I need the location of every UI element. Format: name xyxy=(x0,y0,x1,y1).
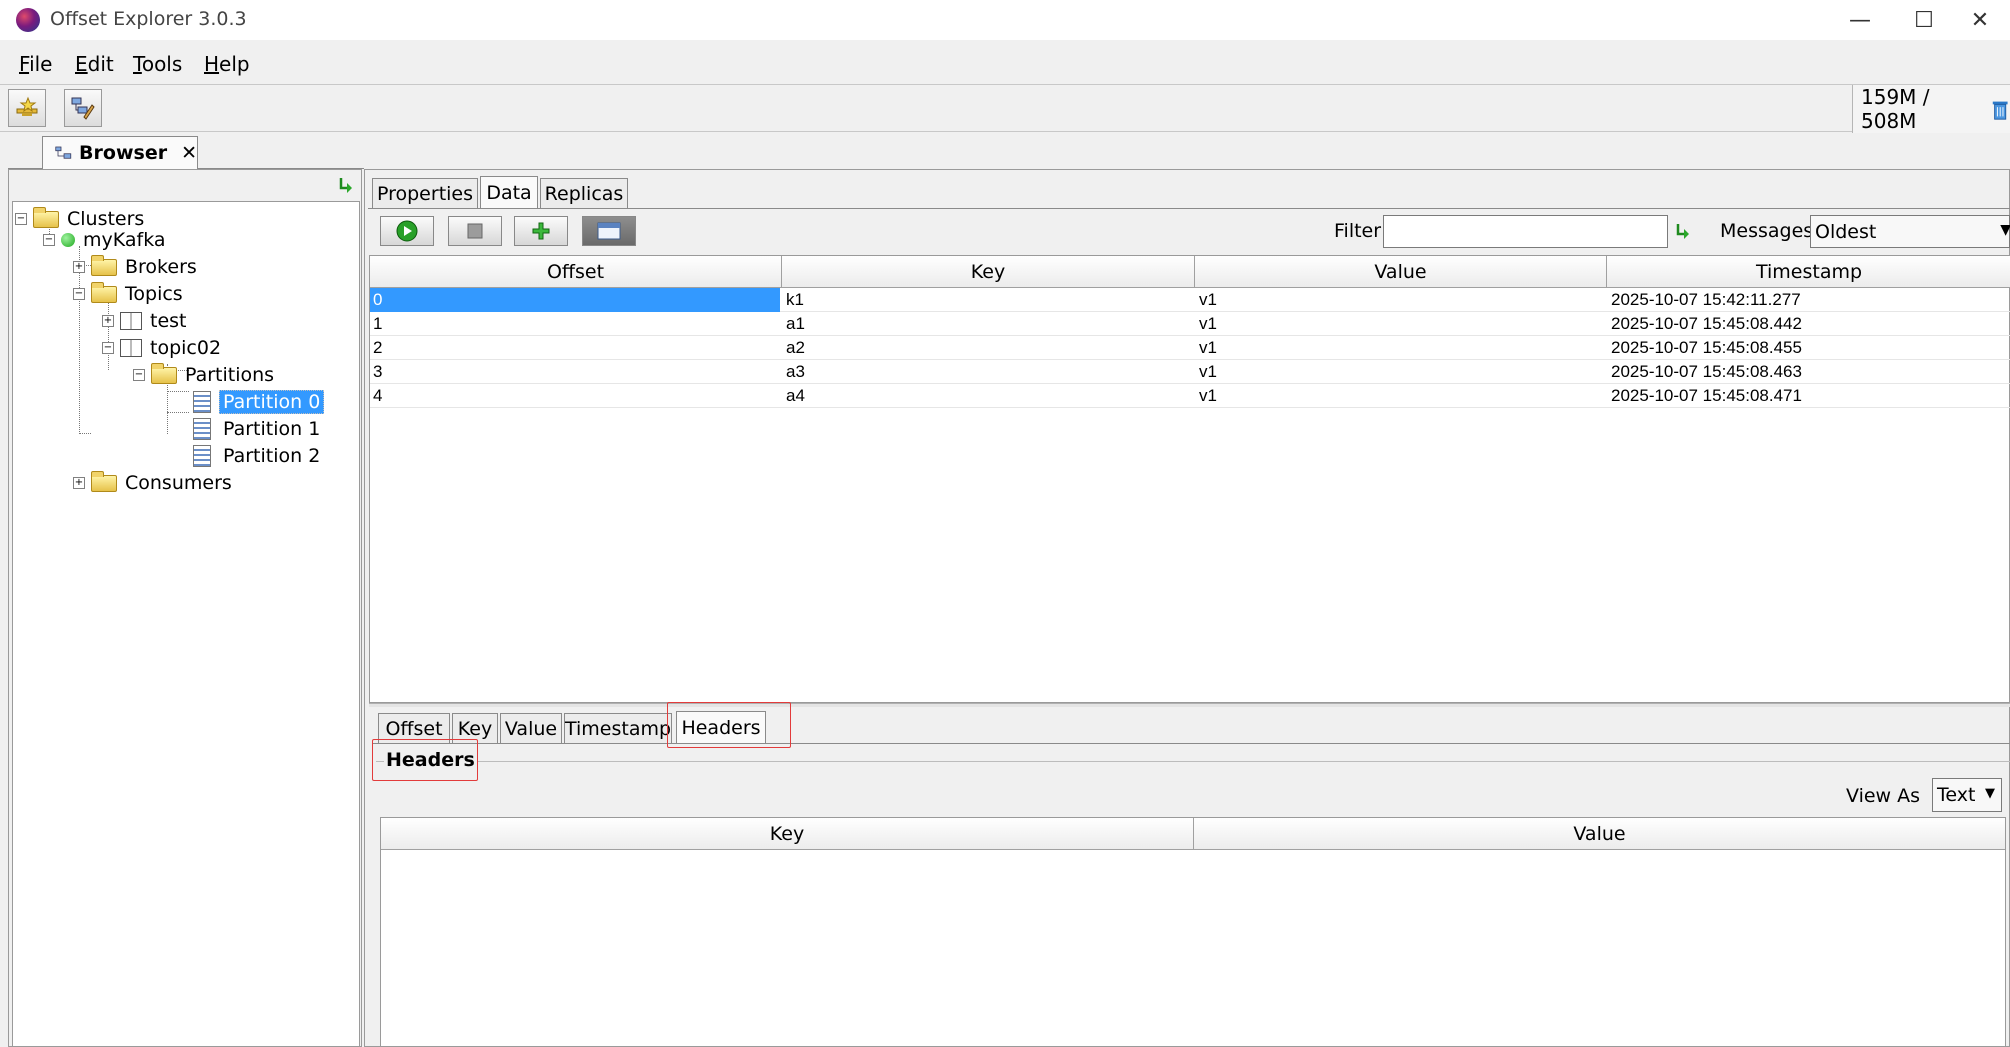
partition-icon xyxy=(193,445,211,467)
edit-connection-button[interactable] xyxy=(64,89,102,127)
stop-icon xyxy=(467,223,483,239)
memory-indicator[interactable]: 159M / 508M xyxy=(1852,85,2010,133)
collapse-icon[interactable]: − xyxy=(102,342,114,354)
filter-label: Filter xyxy=(1334,220,1382,242)
column-header-key[interactable]: Key xyxy=(381,818,1194,850)
expand-icon[interactable]: + xyxy=(73,261,85,273)
column-header-key[interactable]: Key xyxy=(782,256,1195,288)
view-mode-button[interactable] xyxy=(582,216,636,246)
expand-icon[interactable]: + xyxy=(102,315,114,327)
connected-status-icon xyxy=(61,233,75,247)
folder-open-icon xyxy=(33,206,59,228)
tab-data[interactable]: Data xyxy=(480,176,538,208)
panel-icon xyxy=(597,222,621,240)
topic-icon xyxy=(120,312,142,330)
trash-icon xyxy=(1992,101,2008,120)
chevron-down-icon: ▼ xyxy=(2000,222,2010,238)
folder-open-icon xyxy=(151,362,177,384)
close-window-button[interactable]: ✕ xyxy=(1950,0,2010,40)
tree-node-partition-0[interactable]: Partition 0 xyxy=(193,389,325,415)
tab-browser-label: Browser xyxy=(79,142,168,164)
tab-browser[interactable]: Browser ✕ xyxy=(42,136,198,169)
collapse-icon[interactable]: − xyxy=(43,234,55,246)
headers-table[interactable]: Key Value xyxy=(380,817,2006,1047)
tab-replicas[interactable]: Replicas xyxy=(540,178,628,208)
menu-tools[interactable]: Tools xyxy=(133,52,182,76)
highlight-box-headers-title xyxy=(372,739,478,781)
filter-input[interactable] xyxy=(1383,215,1668,248)
start-button[interactable] xyxy=(380,216,434,246)
connect-button[interactable] xyxy=(8,89,46,127)
table-row[interactable]: 0 k1 v1 2025-10-07 15:42:11.277 xyxy=(370,288,2010,312)
messages-table[interactable]: Offset Key Value Timestamp 0 k1 v1 2025-… xyxy=(369,255,2010,703)
column-header-timestamp[interactable]: Timestamp xyxy=(1607,256,2010,288)
messages-label: Messages xyxy=(1720,220,1814,242)
close-browser-tab-button[interactable]: ✕ xyxy=(181,142,197,164)
main-toolbar: 159M / 508M xyxy=(0,84,2010,133)
messages-select[interactable]: Oldest ▼ xyxy=(1810,215,2010,248)
minimize-button[interactable]: — xyxy=(1830,0,1890,40)
tree-node-topic-test[interactable]: + test xyxy=(102,308,187,334)
view-as-label: View As xyxy=(1846,785,1921,807)
tree-node-brokers[interactable]: + Brokers xyxy=(73,254,197,280)
view-as-select[interactable]: Text ▼ xyxy=(1932,778,2002,812)
tab-properties[interactable]: Properties xyxy=(372,178,478,208)
collapse-icon[interactable]: − xyxy=(133,369,145,381)
connect-icon xyxy=(16,96,38,116)
apply-filter-icon[interactable] xyxy=(1674,222,1692,242)
folder-icon xyxy=(91,254,117,276)
tab-value[interactable]: Value xyxy=(500,713,562,743)
collapse-icon[interactable]: − xyxy=(15,213,27,225)
window-title: Offset Explorer 3.0.3 xyxy=(50,8,247,30)
detail-tabs-baseline xyxy=(372,743,2010,744)
tab-strip-spacer xyxy=(8,136,42,169)
partition-icon xyxy=(193,418,211,440)
refresh-tree-icon[interactable] xyxy=(337,176,355,196)
menu-help[interactable]: Help xyxy=(204,52,250,76)
memory-usage-text: 159M / 508M xyxy=(1861,85,1930,133)
chevron-down-icon: ▼ xyxy=(1985,786,1995,801)
topic-tree[interactable]: − Clusters − myKafka + Brokers − Topics … xyxy=(12,201,360,1047)
browser-tree-icon xyxy=(55,146,72,159)
partition-icon xyxy=(193,391,211,413)
tree-node-mykafka[interactable]: − myKafka xyxy=(43,227,166,253)
menu-file[interactable]: File xyxy=(19,52,52,76)
collapse-icon[interactable]: − xyxy=(73,288,85,300)
folder-open-icon xyxy=(91,281,117,303)
tree-node-topics[interactable]: − Topics xyxy=(73,281,183,307)
play-icon xyxy=(396,220,418,242)
table-row[interactable]: 4 a4 v1 2025-10-07 15:45:08.471 xyxy=(370,384,2010,408)
menu-edit[interactable]: Edit xyxy=(75,52,114,76)
edit-connection-icon xyxy=(71,97,95,120)
top-tabs-baseline xyxy=(368,208,2010,209)
data-toolbar: Filter Messages xyxy=(368,212,2010,254)
column-header-offset[interactable]: Offset xyxy=(370,256,782,288)
app-logo-icon xyxy=(16,8,40,32)
tree-node-partition-1[interactable]: Partition 1 xyxy=(193,416,320,442)
table-row[interactable]: 2 a2 v1 2025-10-07 15:45:08.455 xyxy=(370,336,2010,360)
splitter-handle[interactable] xyxy=(369,703,2010,707)
menu-bar: File Edit Tools Help xyxy=(0,48,2010,82)
tree-node-consumers[interactable]: + Consumers xyxy=(73,470,232,496)
folder-icon xyxy=(91,470,117,492)
tree-node-partition-2[interactable]: Partition 2 xyxy=(193,443,320,469)
tree-node-partitions[interactable]: − Partitions xyxy=(133,362,274,388)
add-message-button[interactable] xyxy=(514,216,568,246)
title-bar: Offset Explorer 3.0.3 — ☐ ✕ xyxy=(0,0,2010,40)
column-header-value[interactable]: Value xyxy=(1194,818,2005,850)
column-header-value[interactable]: Value xyxy=(1195,256,1607,288)
highlight-box-headers-tab xyxy=(667,702,791,748)
maximize-button[interactable]: ☐ xyxy=(1894,0,1954,40)
stop-button[interactable] xyxy=(448,216,502,246)
expand-icon[interactable]: + xyxy=(73,477,85,489)
table-row[interactable]: 3 a3 v1 2025-10-07 15:45:08.463 xyxy=(370,360,2010,384)
tree-node-topic02[interactable]: − topic02 xyxy=(102,335,221,361)
plus-icon xyxy=(532,222,550,240)
topic-icon xyxy=(120,339,142,357)
tab-timestamp[interactable]: Timestamp xyxy=(564,713,672,743)
table-row[interactable]: 1 a1 v1 2025-10-07 15:45:08.442 xyxy=(370,312,2010,336)
